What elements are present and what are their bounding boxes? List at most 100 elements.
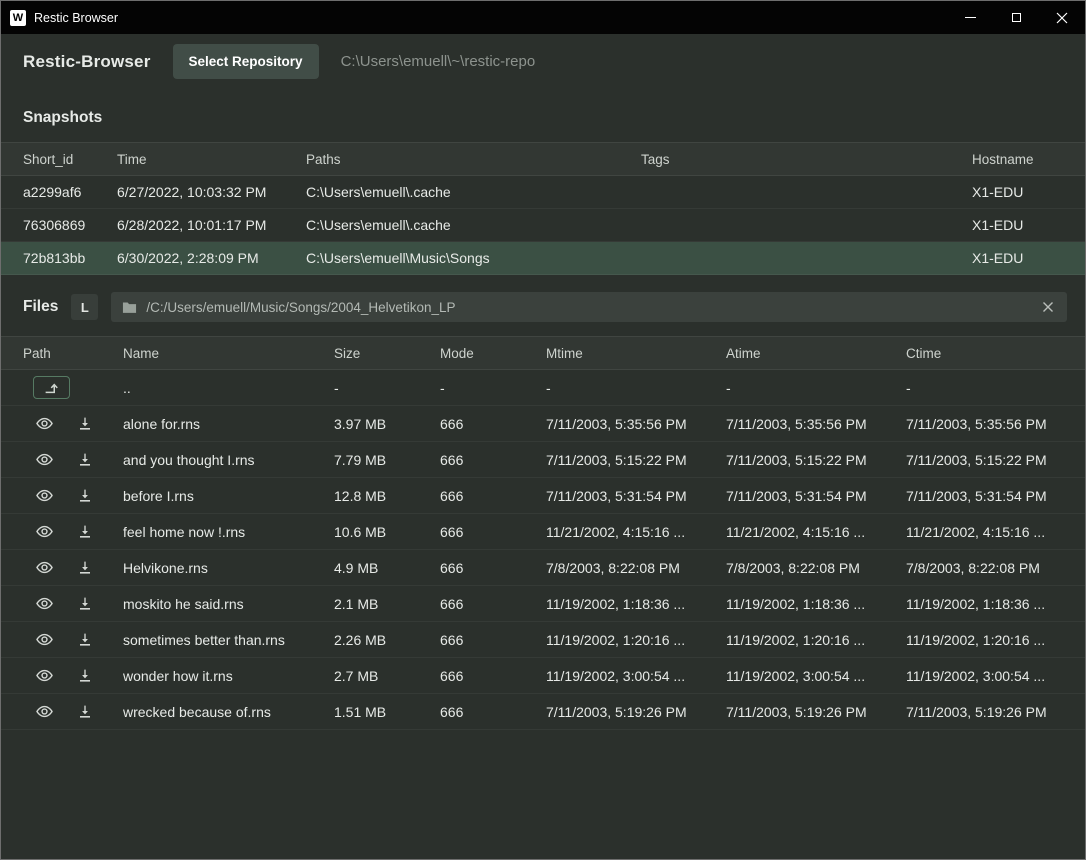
maximize-button[interactable] bbox=[993, 1, 1039, 34]
file-atime: 11/21/2002, 4:15:16 ... bbox=[726, 524, 906, 540]
download-file-button[interactable] bbox=[72, 557, 98, 579]
snapshot-hostname: X1-EDU bbox=[972, 250, 1063, 266]
file-mtime: 7/11/2003, 5:19:26 PM bbox=[546, 704, 726, 720]
file-actions bbox=[23, 701, 123, 723]
download-file-button[interactable] bbox=[72, 701, 98, 723]
download-icon bbox=[77, 596, 93, 612]
file-row[interactable]: feel home now !.rns10.6 MB66611/21/2002,… bbox=[1, 514, 1085, 550]
eye-icon bbox=[35, 666, 54, 685]
file-mtime: 7/11/2003, 5:15:22 PM bbox=[546, 452, 726, 468]
file-size: 2.26 MB bbox=[334, 632, 440, 648]
file-mtime: 11/19/2002, 1:20:16 ... bbox=[546, 632, 726, 648]
list-mode-button[interactable]: L bbox=[71, 294, 98, 320]
file-mode: 666 bbox=[440, 704, 546, 720]
col-mode: Mode bbox=[440, 346, 546, 361]
path-bar[interactable]: /C:/Users/emuell/Music/Songs/2004_Helvet… bbox=[111, 292, 1067, 322]
snapshot-row[interactable]: 763068696/28/2022, 10:01:17 PMC:\Users\e… bbox=[1, 209, 1085, 242]
download-file-button[interactable] bbox=[72, 485, 98, 507]
file-mtime: 7/11/2003, 5:31:54 PM bbox=[546, 488, 726, 504]
file-atime: 7/11/2003, 5:15:22 PM bbox=[726, 452, 906, 468]
file-name: wrecked because of.rns bbox=[123, 704, 334, 720]
file-mtime: 7/11/2003, 5:35:56 PM bbox=[546, 416, 726, 432]
preview-file-button[interactable] bbox=[31, 521, 57, 543]
file-actions bbox=[23, 557, 123, 579]
eye-icon bbox=[35, 522, 54, 541]
file-atime: 11/19/2002, 1:20:16 ... bbox=[726, 632, 906, 648]
eye-icon bbox=[35, 630, 54, 649]
snapshot-short-id: 76306869 bbox=[23, 217, 117, 233]
preview-file-button[interactable] bbox=[31, 413, 57, 435]
file-row[interactable]: sometimes better than.rns2.26 MB66611/19… bbox=[1, 622, 1085, 658]
download-file-button[interactable] bbox=[72, 521, 98, 543]
file-mode: - bbox=[440, 380, 546, 396]
up-arrow-icon bbox=[43, 380, 61, 395]
file-size: - bbox=[334, 380, 440, 396]
snapshot-row[interactable]: a2299af66/27/2022, 10:03:32 PMC:\Users\e… bbox=[1, 176, 1085, 209]
col-tags: Tags bbox=[641, 152, 972, 167]
file-mtime: 11/19/2002, 3:00:54 ... bbox=[546, 668, 726, 684]
col-short-id: Short_id bbox=[23, 152, 117, 167]
download-file-button[interactable] bbox=[72, 665, 98, 687]
file-row[interactable]: before I.rns12.8 MB6667/11/2003, 5:31:54… bbox=[1, 478, 1085, 514]
download-icon bbox=[77, 668, 93, 684]
file-ctime: 11/19/2002, 3:00:54 ... bbox=[906, 668, 1063, 684]
download-icon bbox=[77, 524, 93, 540]
file-mode: 666 bbox=[440, 524, 546, 540]
file-name: sometimes better than.rns bbox=[123, 632, 334, 648]
file-ctime: 7/11/2003, 5:31:54 PM bbox=[906, 488, 1063, 504]
col-path: Path bbox=[23, 346, 123, 361]
files-header: Path Name Size Mode Mtime Atime Ctime bbox=[1, 336, 1085, 370]
file-size: 2.7 MB bbox=[334, 668, 440, 684]
file-size: 4.9 MB bbox=[334, 560, 440, 576]
download-file-button[interactable] bbox=[72, 413, 98, 435]
close-button[interactable] bbox=[1039, 1, 1085, 34]
preview-file-button[interactable] bbox=[31, 665, 57, 687]
snapshot-row[interactable]: 72b813bb6/30/2022, 2:28:09 PMC:\Users\em… bbox=[1, 242, 1085, 275]
files-section: Path Name Size Mode Mtime Atime Ctime ..… bbox=[1, 336, 1085, 730]
file-name: wonder how it.rns bbox=[123, 668, 334, 684]
snapshots-body: a2299af66/27/2022, 10:03:32 PMC:\Users\e… bbox=[1, 176, 1085, 275]
eye-icon bbox=[35, 450, 54, 469]
preview-file-button[interactable] bbox=[31, 593, 57, 615]
file-row[interactable]: Helvikone.rns4.9 MB6667/8/2003, 8:22:08 … bbox=[1, 550, 1085, 586]
file-row[interactable]: wrecked because of.rns1.51 MB6667/11/200… bbox=[1, 694, 1085, 730]
file-ctime: 11/19/2002, 1:20:16 ... bbox=[906, 632, 1063, 648]
file-actions bbox=[23, 629, 123, 651]
file-row[interactable]: wonder how it.rns2.7 MB66611/19/2002, 3:… bbox=[1, 658, 1085, 694]
preview-file-button[interactable] bbox=[31, 485, 57, 507]
preview-file-button[interactable] bbox=[31, 449, 57, 471]
maximize-icon bbox=[1012, 13, 1021, 22]
app-logo-icon: W bbox=[10, 10, 26, 26]
clear-icon bbox=[1042, 301, 1054, 313]
file-size: 12.8 MB bbox=[334, 488, 440, 504]
download-file-button[interactable] bbox=[72, 629, 98, 651]
preview-file-button[interactable] bbox=[31, 701, 57, 723]
file-row[interactable]: and you thought I.rns7.79 MB6667/11/2003… bbox=[1, 442, 1085, 478]
go-up-button[interactable] bbox=[33, 376, 70, 399]
file-row-parent[interactable]: .. - - - - - bbox=[1, 370, 1085, 406]
file-mode: 666 bbox=[440, 632, 546, 648]
file-mode: 666 bbox=[440, 416, 546, 432]
clear-path-button[interactable] bbox=[1040, 299, 1056, 315]
file-row[interactable]: alone for.rns3.97 MB6667/11/2003, 5:35:5… bbox=[1, 406, 1085, 442]
file-actions bbox=[23, 413, 123, 435]
folder-icon bbox=[122, 301, 137, 314]
snapshot-hostname: X1-EDU bbox=[972, 184, 1063, 200]
snapshot-short-id: a2299af6 bbox=[23, 184, 117, 200]
download-file-button[interactable] bbox=[72, 449, 98, 471]
minimize-icon bbox=[965, 17, 976, 18]
file-ctime: 7/11/2003, 5:35:56 PM bbox=[906, 416, 1063, 432]
preview-file-button[interactable] bbox=[31, 557, 57, 579]
parent-actions bbox=[23, 376, 123, 399]
download-file-button[interactable] bbox=[72, 593, 98, 615]
col-hostname: Hostname bbox=[972, 152, 1063, 167]
file-mtime: - bbox=[546, 380, 726, 396]
minimize-button[interactable] bbox=[947, 1, 993, 34]
file-row[interactable]: moskito he said.rns2.1 MB66611/19/2002, … bbox=[1, 586, 1085, 622]
preview-file-button[interactable] bbox=[31, 629, 57, 651]
file-name: feel home now !.rns bbox=[123, 524, 334, 540]
snapshots-section: Snapshots Short_id Time Paths Tags Hostn… bbox=[1, 89, 1085, 275]
file-atime: 11/19/2002, 1:18:36 ... bbox=[726, 596, 906, 612]
window-title: Restic Browser bbox=[34, 11, 118, 25]
select-repository-button[interactable]: Select Repository bbox=[173, 44, 319, 79]
